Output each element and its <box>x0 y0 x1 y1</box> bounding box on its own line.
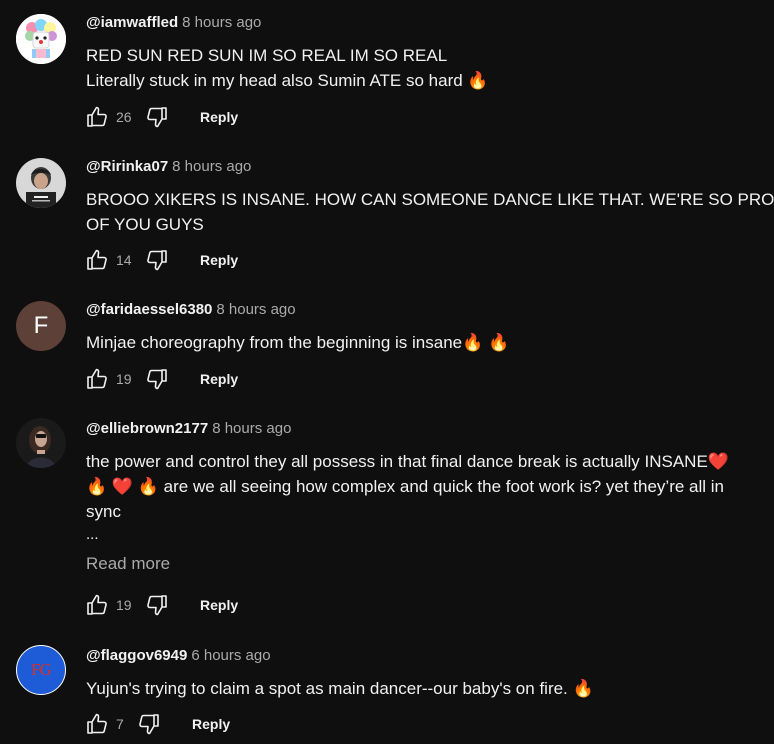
thumbs-down-icon <box>139 714 159 735</box>
avatar-letter: F <box>33 312 49 339</box>
comment-text-line: sync <box>86 502 121 521</box>
photo-avatar-dark-icon <box>16 418 66 468</box>
comment-text-line: OF YOU GUYS <box>86 215 204 234</box>
thumbs-up-icon <box>87 106 107 127</box>
like-count: 14 <box>116 252 132 268</box>
like-button[interactable] <box>84 592 110 618</box>
thumbs-up-icon <box>87 368 107 389</box>
comment-text-line: RED SUN RED SUN IM SO REAL IM SO REAL <box>86 46 448 65</box>
thumbs-up-icon <box>87 594 107 615</box>
dislike-button[interactable] <box>136 711 162 737</box>
thumbs-up-icon <box>87 713 107 734</box>
like-button[interactable] <box>84 711 110 737</box>
photo-avatar-icon <box>16 158 66 208</box>
reply-button[interactable]: Reply <box>192 716 230 732</box>
read-more-link[interactable]: Read more <box>86 554 170 574</box>
thumbs-down-icon <box>147 250 167 271</box>
reply-button[interactable]: Reply <box>200 109 238 125</box>
like-button[interactable] <box>84 104 110 130</box>
avatar[interactable] <box>16 418 66 468</box>
reply-button[interactable]: Reply <box>200 252 238 268</box>
like-button[interactable] <box>84 247 110 273</box>
dislike-button[interactable] <box>144 592 170 618</box>
comment-timestamp[interactable]: 8 hours ago <box>182 14 261 31</box>
comment-text: RED SUN RED SUN IM SO REAL IM SO REAL Li… <box>86 43 764 93</box>
like-count: 19 <box>116 597 132 613</box>
reply-button[interactable]: Reply <box>200 597 238 613</box>
thumbs-down-icon <box>147 369 167 390</box>
thumbs-down-icon <box>147 107 167 128</box>
avatar[interactable] <box>16 14 66 64</box>
comment-author[interactable]: @Ririnka07 <box>86 158 168 175</box>
comment-author[interactable]: @faridaessel6380 <box>86 301 212 318</box>
thumbs-down-icon <box>147 595 167 616</box>
clown-avatar-icon <box>16 14 66 64</box>
comment-timestamp[interactable]: 8 hours ago <box>216 301 295 318</box>
thumbs-up-icon <box>87 249 107 270</box>
like-count: 19 <box>116 371 132 387</box>
dislike-button[interactable] <box>144 366 170 392</box>
comment-text-line: Literally stuck in my head also Sumin AT… <box>86 71 489 90</box>
like-button[interactable] <box>84 366 110 392</box>
dislike-button[interactable] <box>144 104 170 130</box>
comment-text-line: Yujun's trying to claim a spot as main d… <box>86 679 594 698</box>
like-count: 7 <box>116 716 124 732</box>
avatar[interactable]: FG <box>16 645 66 695</box>
comment-actions: 19 Reply <box>84 592 238 618</box>
comment-timestamp[interactable]: 6 hours ago <box>191 647 270 664</box>
comment-timestamp[interactable]: 8 hours ago <box>212 420 291 437</box>
comment-actions: 14 Reply <box>84 247 238 273</box>
comment-text: BROOO XIKERS IS INSANE. HOW CAN SOMEONE … <box>86 187 774 237</box>
reply-button[interactable]: Reply <box>200 371 238 387</box>
comment-actions: 19 Reply <box>84 366 238 392</box>
comment-actions: 26 Reply <box>84 104 238 130</box>
like-count: 26 <box>116 109 132 125</box>
comment-truncation: ... <box>86 526 99 543</box>
comment-text-line: BROOO XIKERS IS INSANE. HOW CAN SOMEONE … <box>86 190 774 209</box>
comment-author[interactable]: @flaggov6949 <box>86 647 187 664</box>
comment-text-line: 🔥 ❤️ 🔥 are we all seeing how complex and… <box>86 477 725 496</box>
comment-author[interactable]: @iamwaffled <box>86 14 178 31</box>
comment-author[interactable]: @elliebrown2177 <box>86 420 208 437</box>
avatar[interactable] <box>16 158 66 208</box>
comment-text: Minjae choreography from the beginning i… <box>86 330 764 355</box>
comment-text-line: Minjae choreography from the beginning i… <box>86 333 510 352</box>
comment-text-line: the power and control they all possess i… <box>86 452 729 471</box>
dislike-button[interactable] <box>144 247 170 273</box>
comment-actions: 7 Reply <box>84 711 230 737</box>
avatar[interactable]: F <box>16 301 66 351</box>
comment-text: the power and control they all possess i… <box>86 449 764 524</box>
avatar-letters: FG <box>31 660 52 679</box>
comment-text: Yujun's trying to claim a spot as main d… <box>86 676 764 701</box>
comment-timestamp[interactable]: 8 hours ago <box>172 158 251 175</box>
